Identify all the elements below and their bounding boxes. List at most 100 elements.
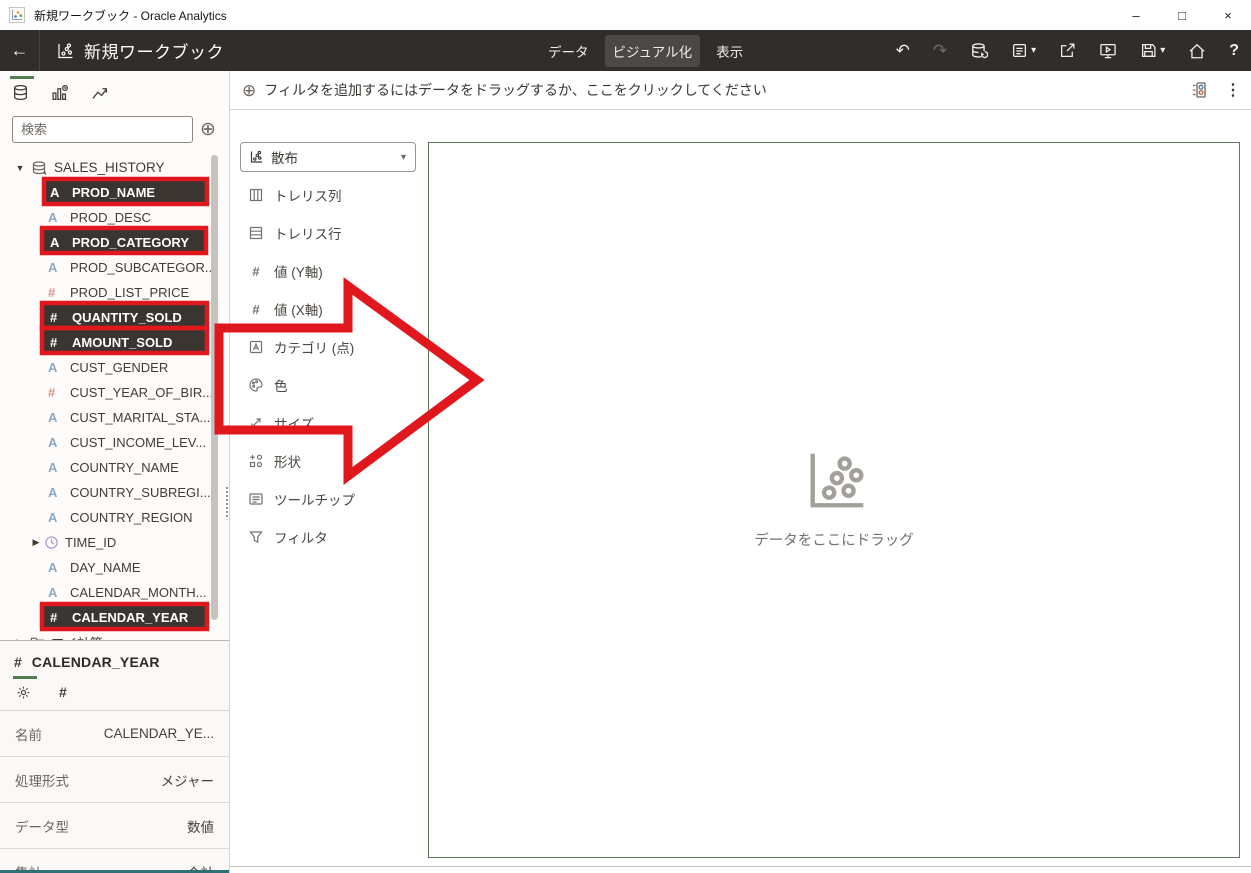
text-type-icon: A [48, 210, 70, 225]
field-label: DAY_NAME [70, 560, 141, 575]
text-type-icon: A [48, 485, 70, 500]
dataset-icon [30, 160, 48, 176]
field-item[interactable]: ACUST_INCOME_LEV... [0, 430, 229, 455]
filter-prompt[interactable]: フィルタを追加するにはデータをドラッグするか、ここをクリックしてください [264, 80, 767, 100]
data-panel-tabs [0, 71, 229, 111]
field-label: AMOUNT_SOLD [72, 335, 172, 350]
field-item[interactable]: APROD_DESC [0, 205, 229, 230]
field-label: QUANTITY_SOLD [72, 310, 182, 325]
tooltip-icon [248, 491, 264, 507]
tab-data[interactable]: データ [540, 35, 597, 67]
tab-advanced-analytics[interactable] [91, 79, 109, 102]
number-type-icon: # [14, 654, 22, 670]
field-item[interactable]: ACOUNTRY_REGION [0, 505, 229, 530]
field-item[interactable]: APROD_SUBCATEGOR... [0, 255, 229, 280]
collapse-arrow-icon[interactable]: ▼ [12, 163, 28, 173]
number-type-icon: # [48, 285, 70, 300]
dropzone-filter[interactable]: フィルタ [230, 518, 428, 556]
search-input[interactable] [12, 116, 193, 143]
field-item[interactable]: ACUST_MARITAL_STA... [0, 405, 229, 430]
dropzone-trellis-rows[interactable]: トレリス行 [230, 214, 428, 252]
field-label: CUST_GENDER [70, 360, 168, 375]
expand-arrow-icon[interactable]: ▶ [28, 537, 44, 548]
present-button[interactable] [1099, 42, 1117, 60]
grammar-panel-toggle[interactable] [1190, 81, 1209, 99]
add-dataset-button[interactable]: ⊕ [200, 120, 216, 139]
number-type-icon: # [48, 385, 70, 400]
field-label: TIME_ID [65, 535, 116, 550]
add-filter-icon[interactable]: ⊕ [242, 82, 256, 99]
field-item[interactable]: #AMOUNT_SOLD [44, 330, 205, 355]
home-button[interactable] [1188, 42, 1206, 60]
filter-funnel-icon [248, 529, 264, 545]
field-label: COUNTRY_SUBREGI... [70, 485, 211, 500]
field-label: PROD_NAME [72, 185, 155, 200]
minimize-button[interactable]: – [1113, 0, 1159, 30]
tab-present[interactable]: 表示 [708, 35, 751, 67]
field-label: CUST_INCOME_LEV... [70, 435, 206, 450]
property-row[interactable]: データ型 数値 [0, 803, 229, 849]
caret-down-icon: ▾ [401, 152, 406, 163]
property-value: CALENDAR_YE... [104, 726, 214, 741]
number-type-icon: # [50, 610, 72, 625]
field-item[interactable]: ACOUNTRY_NAME [0, 455, 229, 480]
tab-data-elements[interactable] [12, 79, 29, 101]
close-button[interactable]: × [1205, 0, 1251, 30]
dropzone-color[interactable]: 色 [230, 366, 428, 404]
export-button[interactable] [1059, 42, 1076, 59]
scatter-placeholder-icon [803, 451, 865, 513]
properties-number-tab[interactable]: # [59, 684, 67, 700]
tab-analytics[interactable] [51, 79, 69, 102]
field-item[interactable]: APROD_NAME [44, 180, 205, 205]
text-type-icon: A [48, 585, 70, 600]
dropzone-trellis-columns[interactable]: トレリス列 [230, 176, 428, 214]
text-type-icon: A [50, 235, 72, 250]
tab-visualize[interactable]: ビジュアル化 [605, 35, 701, 67]
dropzone-tooltip[interactable]: ツールチップ [230, 480, 428, 518]
number-type-icon: # [50, 335, 72, 350]
field-item[interactable]: #CUST_YEAR_OF_BIR... [0, 380, 229, 405]
viz-type-dropdown[interactable]: 散布 ▾ [240, 142, 416, 172]
back-button[interactable]: ← [0, 30, 40, 71]
field-item[interactable]: #PROD_LIST_PRICE [0, 280, 229, 305]
dropzone-y-axis[interactable]: # 値 (Y軸) [230, 252, 428, 290]
view-tabs: データ ビジュアル化 表示 [540, 30, 751, 71]
text-type-icon: A [48, 560, 70, 575]
field-item[interactable]: ACOUNTRY_SUBREGI... [0, 480, 229, 505]
dropzone-size[interactable]: サイズ [230, 404, 428, 442]
maximize-button[interactable]: □ [1159, 0, 1205, 30]
data-panel: ⊕ ▼ SALES_HISTORY APROD_NAME APROD_DESC … [0, 71, 230, 873]
dropzone-x-axis[interactable]: # 値 (X軸) [230, 290, 428, 328]
field-item[interactable]: ACUST_GENDER [0, 355, 229, 380]
undo-button[interactable]: ↶ [896, 42, 910, 59]
field-item[interactable]: ▶ TIME_ID [0, 530, 229, 555]
canvas-notes-button[interactable]: ▾ [1011, 42, 1036, 59]
field-item[interactable]: APROD_CATEGORY [44, 230, 205, 255]
properties-title: CALENDAR_YEAR [32, 654, 160, 670]
shapes-icon [248, 453, 264, 469]
kebab-menu-button[interactable]: ⋮ [1225, 80, 1241, 100]
tree-scrollbar[interactable] [211, 155, 218, 620]
dropzone-category-points[interactable]: カテゴリ (点) [230, 328, 428, 366]
text-type-icon: A [48, 460, 70, 475]
property-label: 名前 [15, 724, 42, 744]
bottom-divider [230, 866, 1251, 867]
visualization-canvas[interactable]: データをここにドラッグ [428, 142, 1240, 858]
window-titlebar: 新規ワークブック - Oracle Analytics – □ × [0, 0, 1251, 30]
field-item[interactable]: #CALENDAR_YEAR [44, 605, 205, 630]
property-row[interactable]: 名前 CALENDAR_YE... [0, 711, 229, 757]
refresh-data-icon[interactable] [970, 42, 988, 60]
dropzone-shape[interactable]: 形状 [230, 442, 428, 480]
property-row[interactable]: 処理形式 メジャー [0, 757, 229, 803]
workbook-scatter-icon [56, 42, 74, 60]
panel-resize-handle[interactable] [226, 487, 228, 517]
text-type-icon: A [48, 260, 70, 275]
dataset-row[interactable]: ▼ SALES_HISTORY [0, 155, 229, 180]
properties-general-tab[interactable] [16, 685, 31, 700]
help-button[interactable]: ? [1229, 43, 1239, 59]
field-item[interactable]: #QUANTITY_SOLD [44, 305, 205, 330]
redo-button[interactable]: ↷ [933, 42, 947, 59]
save-button[interactable]: ▾ [1140, 42, 1165, 59]
field-item[interactable]: ACALENDAR_MONTH... [0, 580, 229, 605]
field-item[interactable]: ADAY_NAME [0, 555, 229, 580]
